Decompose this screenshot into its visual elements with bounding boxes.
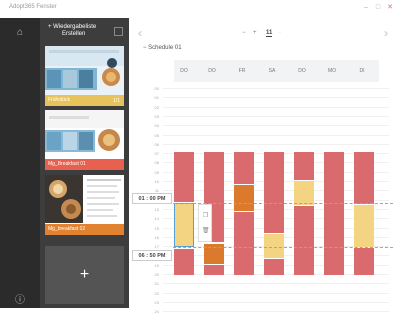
schedule-block[interactable] bbox=[264, 152, 284, 233]
grid-line bbox=[163, 125, 389, 127]
end-time-flag[interactable]: 06 : 50 PM bbox=[132, 250, 172, 261]
hour-label: 24 bbox=[154, 309, 159, 314]
schedule-block[interactable] bbox=[354, 248, 374, 275]
schedule-block[interactable] bbox=[204, 265, 224, 275]
schedule-block[interactable] bbox=[354, 152, 374, 204]
slide-3-label: Mg_breakfast 02 bbox=[48, 226, 86, 232]
schedule-block[interactable] bbox=[294, 206, 314, 275]
close-button[interactable]: ✕ bbox=[385, 3, 395, 12]
hour-label: 13 bbox=[154, 206, 159, 212]
hour-label: 23 bbox=[154, 299, 159, 305]
hour-label: 14 bbox=[154, 216, 159, 222]
grid-line bbox=[163, 97, 389, 99]
schedule-block[interactable] bbox=[354, 205, 374, 247]
add-playlist-label: + Wiedergabeliste bbox=[48, 24, 97, 30]
schedule-block[interactable] bbox=[294, 152, 314, 180]
hour-label: 01 bbox=[154, 95, 159, 101]
zoom-value: 11 bbox=[266, 30, 273, 37]
schedule-block[interactable] bbox=[264, 234, 284, 258]
schedule-block[interactable] bbox=[234, 152, 254, 184]
grid-line bbox=[163, 106, 389, 108]
schedule-block[interactable] bbox=[174, 249, 194, 275]
hour-label: 06 bbox=[154, 141, 159, 147]
grid-line bbox=[163, 292, 389, 294]
slide-thumbnail-2[interactable]: Mg_Breakfast 01 bbox=[45, 110, 124, 170]
slides-panel: + Wiedergabeliste Erstellen Frühstück 1/… bbox=[40, 18, 129, 308]
slide-1-label: Frühstück bbox=[48, 97, 70, 103]
slide-thumbnail-1[interactable]: Frühstück 1/1 bbox=[45, 46, 124, 106]
delete-icon[interactable]: 🗑 bbox=[202, 228, 210, 235]
prev-arrow-icon[interactable]: ‹ bbox=[135, 26, 145, 40]
window-title: Adopt365 Fenster bbox=[9, 4, 57, 10]
block-context-menu: ❐ 🗑 bbox=[198, 204, 212, 242]
grid-line bbox=[163, 311, 389, 313]
hour-label: 08 bbox=[154, 160, 159, 166]
hour-label: 05 bbox=[154, 132, 159, 138]
zoom-in-button[interactable]: + bbox=[253, 30, 257, 36]
hour-label: 21 bbox=[154, 281, 159, 287]
day-label: DI bbox=[359, 68, 365, 74]
schedule-editor: ‹ › − + 11 · − Schedule 01 DO DO FR SA D… bbox=[129, 18, 397, 314]
hour-label: 02 bbox=[154, 104, 159, 110]
schedule-title: − Schedule 01 bbox=[143, 45, 182, 51]
day-label: DO bbox=[208, 68, 216, 74]
end-time-line bbox=[173, 247, 393, 248]
schedule-block[interactable] bbox=[174, 152, 194, 202]
day-label: DO bbox=[298, 68, 306, 74]
grid-line bbox=[163, 301, 389, 303]
slide-2-label-bar: Mg_Breakfast 01 bbox=[45, 159, 124, 170]
day-label: FR bbox=[238, 68, 246, 74]
schedule-block[interactable] bbox=[264, 259, 284, 275]
zoom-more-icon[interactable]: · bbox=[279, 30, 281, 36]
home-icon[interactable]: ⌂ bbox=[13, 26, 27, 40]
add-playlist-button[interactable]: + Wiedergabeliste Erstellen bbox=[44, 24, 108, 42]
grid-icon[interactable] bbox=[114, 27, 123, 36]
selected-schedule-block[interactable] bbox=[174, 203, 194, 247]
hour-label: 00 bbox=[154, 86, 159, 91]
hour-label: 07 bbox=[154, 151, 159, 157]
hour-label: 19 bbox=[154, 262, 159, 268]
grid-line bbox=[163, 134, 389, 136]
slide-thumbnail-3[interactable]: Mg_breakfast 02 bbox=[45, 175, 124, 235]
slide-1-number: 1/1 bbox=[113, 98, 120, 104]
add-slide-button[interactable]: + bbox=[45, 246, 124, 304]
hour-label: 09 bbox=[154, 169, 159, 175]
day-label: SA bbox=[268, 68, 276, 74]
schedule-block[interactable] bbox=[234, 185, 254, 211]
hour-label: 10 bbox=[154, 179, 159, 184]
hour-label: 16 bbox=[154, 234, 159, 240]
hour-label: 04 bbox=[154, 123, 159, 129]
grid-line bbox=[163, 283, 389, 285]
hour-label: 20 bbox=[154, 272, 159, 277]
hour-label: 03 bbox=[154, 113, 159, 119]
title-bar: Adopt365 Fenster – □ ✕ bbox=[0, 0, 397, 19]
add-playlist-sublabel: Erstellen bbox=[62, 31, 86, 37]
start-time-flag[interactable]: 01 : 00 PM bbox=[132, 193, 172, 204]
schedule-block[interactable] bbox=[234, 212, 254, 275]
days-header: DO DO FR SA DO MO DI bbox=[174, 60, 379, 82]
grid-line bbox=[163, 115, 389, 117]
grid-line bbox=[163, 143, 389, 145]
zoom-out-button[interactable]: − bbox=[242, 30, 246, 36]
minimize-button[interactable]: – bbox=[361, 3, 371, 12]
maximize-button[interactable]: □ bbox=[373, 3, 383, 12]
info-icon[interactable]: ⓘ bbox=[13, 294, 27, 308]
schedule-block[interactable] bbox=[294, 181, 314, 205]
slide-3-label-bar: Mg_breakfast 02 bbox=[45, 224, 124, 235]
hour-label: 22 bbox=[154, 290, 159, 296]
copy-icon[interactable]: ❐ bbox=[202, 213, 209, 220]
day-label: MO bbox=[327, 68, 337, 74]
next-arrow-icon[interactable]: › bbox=[381, 26, 391, 40]
nav-rail: ⌂ ⓘ bbox=[0, 18, 40, 308]
hour-label: 17 bbox=[154, 244, 159, 250]
schedule-block[interactable] bbox=[324, 152, 344, 275]
grid-line bbox=[163, 88, 389, 89]
slide-2-label: Mg_Breakfast 01 bbox=[48, 161, 86, 167]
day-label: DO bbox=[180, 68, 188, 74]
hour-label: 15 bbox=[154, 225, 159, 231]
